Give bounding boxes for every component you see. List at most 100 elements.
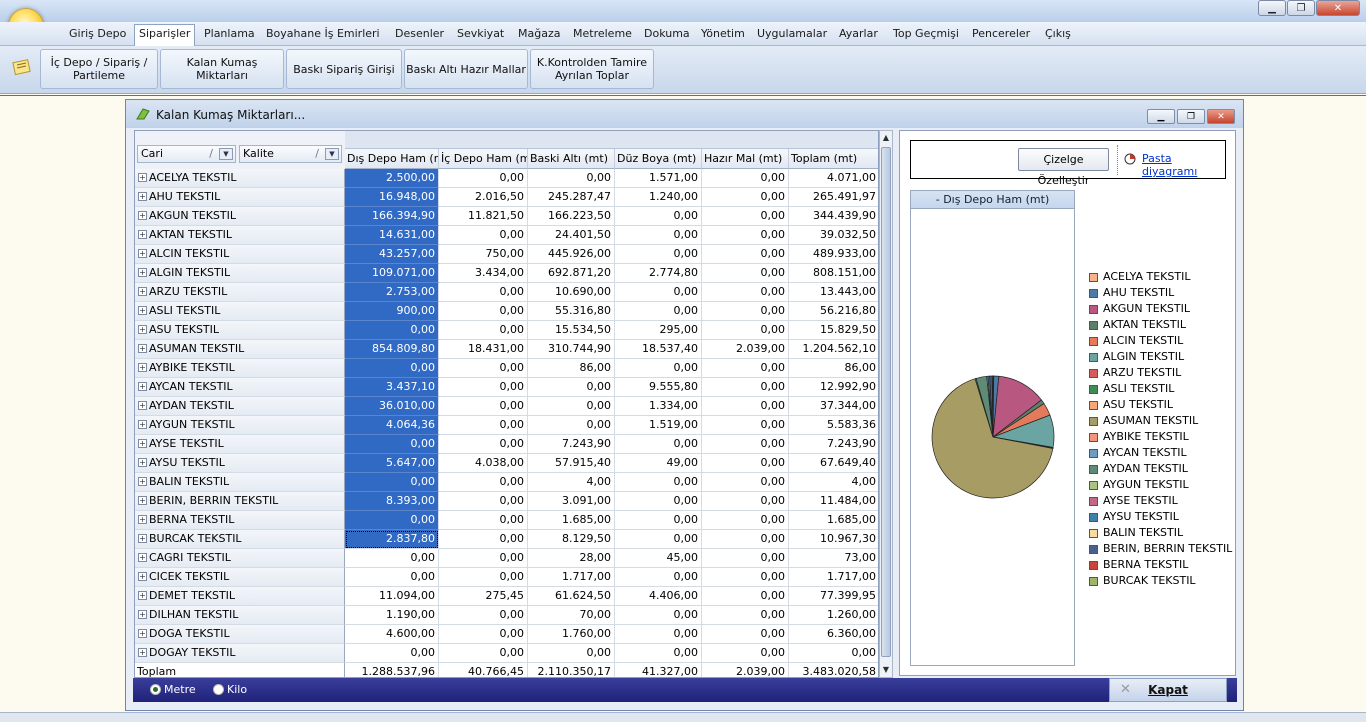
table-cell[interactable]: 3.437,10 bbox=[345, 378, 439, 397]
table-cell[interactable]: 55.316,80 bbox=[528, 302, 615, 321]
table-cell[interactable]: 0,00 bbox=[615, 435, 702, 454]
row-header-cell[interactable]: + ASLI TEKSTIL bbox=[135, 302, 345, 321]
table-row[interactable]: + AHU TEKSTIL 16.948,00 2.016,50 245.287,47 1… bbox=[135, 188, 878, 207]
menu-item-12[interactable]: Top Geçmişi bbox=[889, 25, 963, 43]
table-cell[interactable]: 0,00 bbox=[439, 397, 528, 416]
table-cell[interactable]: 0,00 bbox=[615, 492, 702, 511]
menu-item-7[interactable]: Metreleme bbox=[569, 25, 636, 43]
table-cell[interactable]: 0,00 bbox=[439, 473, 528, 492]
table-cell[interactable]: 0,00 bbox=[345, 644, 439, 663]
table-cell[interactable]: 0,00 bbox=[702, 454, 789, 473]
table-cell[interactable]: 0,00 bbox=[702, 283, 789, 302]
table-cell[interactable]: 11.094,00 bbox=[345, 587, 439, 606]
expand-icon[interactable]: + bbox=[138, 249, 147, 258]
table-cell[interactable]: 0,00 bbox=[439, 435, 528, 454]
expand-icon[interactable]: + bbox=[138, 287, 147, 296]
row-header-cell[interactable]: + AYBIKE TEKSTIL bbox=[135, 359, 345, 378]
row-header-cell[interactable]: + ALGIN TEKSTIL bbox=[135, 264, 345, 283]
expand-icon[interactable]: + bbox=[138, 192, 147, 201]
row-header-cell[interactable]: + AYDAN TEKSTIL bbox=[135, 397, 345, 416]
table-row[interactable]: + ASUMAN TEKSTIL 854.809,80 18.431,00 310.74… bbox=[135, 340, 878, 359]
table-cell[interactable]: 10.690,00 bbox=[528, 283, 615, 302]
table-cell[interactable]: 4.038,00 bbox=[439, 454, 528, 473]
table-cell[interactable]: 1.760,00 bbox=[528, 625, 615, 644]
row-header-cell[interactable]: + CICEK TEKSTIL bbox=[135, 568, 345, 587]
menu-item-3[interactable]: Boyahane İş Emirleri bbox=[262, 25, 384, 43]
table-cell[interactable]: 4.071,00 bbox=[789, 169, 878, 188]
table-cell[interactable]: 7.243,90 bbox=[789, 435, 878, 454]
table-cell[interactable]: 0,00 bbox=[702, 226, 789, 245]
row-header-cell[interactable]: + BERNA TEKSTIL bbox=[135, 511, 345, 530]
table-cell[interactable]: 15.829,50 bbox=[789, 321, 878, 340]
table-cell[interactable]: 0,00 bbox=[702, 473, 789, 492]
row-header-cell[interactable]: + ACELYA TEKSTIL bbox=[135, 169, 345, 188]
row-header-cell[interactable]: + AKTAN TEKSTIL bbox=[135, 226, 345, 245]
table-cell[interactable]: 77.399,95 bbox=[789, 587, 878, 606]
table-row[interactable]: + CICEK TEKSTIL 0,00 0,00 1.717,00 0,00 0,00 1.… bbox=[135, 568, 878, 587]
ribbon-ic-depo-button[interactable]: İç Depo / Sipariş / Partileme bbox=[40, 49, 158, 89]
table-cell[interactable]: 8.393,00 bbox=[345, 492, 439, 511]
table-cell[interactable]: 15.534,50 bbox=[528, 321, 615, 340]
table-cell[interactable]: 1.260,00 bbox=[789, 606, 878, 625]
menu-item-14[interactable]: Çıkış bbox=[1041, 25, 1075, 43]
table-cell[interactable]: 2.774,80 bbox=[615, 264, 702, 283]
table-cell[interactable]: 0,00 bbox=[528, 644, 615, 663]
table-cell[interactable]: 0,00 bbox=[439, 302, 528, 321]
row-header-cell[interactable]: + AYSE TEKSTIL bbox=[135, 435, 345, 454]
row-header-cell[interactable]: + DEMET TEKSTIL bbox=[135, 587, 345, 606]
table-row[interactable]: + AYSU TEKSTIL 5.647,00 4.038,00 57.915,40 49… bbox=[135, 454, 878, 473]
table-cell[interactable]: 6.360,00 bbox=[789, 625, 878, 644]
table-cell[interactable]: 1.571,00 bbox=[615, 169, 702, 188]
row-header-cell[interactable]: + ALCIN TEKSTIL bbox=[135, 245, 345, 264]
table-cell[interactable]: 0,00 bbox=[439, 359, 528, 378]
expand-icon[interactable]: + bbox=[138, 420, 147, 429]
table-row[interactable]: + BURCAK TEKSTIL 2.837,80 0,00 8.129,50 0,00 0… bbox=[135, 530, 878, 549]
row-header-cell[interactable]: + AYSU TEKSTIL bbox=[135, 454, 345, 473]
table-row[interactable]: + DILHAN TEKSTIL 1.190,00 0,00 70,00 0,00 0,00… bbox=[135, 606, 878, 625]
table-cell[interactable]: 166.394,90 bbox=[345, 207, 439, 226]
column-header-0[interactable]: Dış Depo Ham (mt) bbox=[345, 149, 439, 169]
expand-icon[interactable]: + bbox=[138, 268, 147, 277]
table-row[interactable]: + ALGIN TEKSTIL 109.071,00 3.434,00 692.871,… bbox=[135, 264, 878, 283]
table-cell[interactable]: 344.439,90 bbox=[789, 207, 878, 226]
table-cell[interactable]: 245.287,47 bbox=[528, 188, 615, 207]
table-row[interactable]: + AYDAN TEKSTIL 36.010,00 0,00 0,00 1.334,00 0… bbox=[135, 397, 878, 416]
table-cell[interactable]: 0,00 bbox=[615, 606, 702, 625]
expand-icon[interactable]: + bbox=[138, 553, 147, 562]
table-cell[interactable]: 0,00 bbox=[439, 644, 528, 663]
expand-icon[interactable]: + bbox=[138, 610, 147, 619]
table-cell[interactable]: 0,00 bbox=[702, 549, 789, 568]
table-cell[interactable]: 56.216,80 bbox=[789, 302, 878, 321]
close-icon[interactable]: ✕ bbox=[1316, 0, 1360, 16]
table-row[interactable]: + DEMET TEKSTIL 11.094,00 275,45 61.624,50 4.… bbox=[135, 587, 878, 606]
window-close-icon[interactable]: ✕ bbox=[1207, 109, 1235, 124]
table-cell[interactable]: 0,00 bbox=[615, 283, 702, 302]
table-cell[interactable]: 12.992,90 bbox=[789, 378, 878, 397]
table-cell[interactable]: 0,00 bbox=[702, 587, 789, 606]
menu-item-5[interactable]: Sevkiyat bbox=[453, 25, 508, 43]
expand-icon[interactable]: + bbox=[138, 439, 147, 448]
table-cell[interactable]: 0,00 bbox=[702, 245, 789, 264]
table-cell[interactable]: 0,00 bbox=[702, 169, 789, 188]
expand-icon[interactable]: + bbox=[138, 363, 147, 372]
expand-icon[interactable]: + bbox=[138, 325, 147, 334]
table-row[interactable]: + BALIN TEKSTIL 0,00 0,00 4,00 0,00 0,00 4,00 bbox=[135, 473, 878, 492]
table-cell[interactable]: 5.647,00 bbox=[345, 454, 439, 473]
kalite-filter-dropdown-icon[interactable]: ▼ bbox=[325, 148, 339, 160]
table-cell[interactable]: 0,00 bbox=[345, 511, 439, 530]
table-cell[interactable]: 0,00 bbox=[702, 207, 789, 226]
table-cell[interactable]: 0,00 bbox=[439, 511, 528, 530]
table-cell[interactable]: 0,00 bbox=[702, 188, 789, 207]
table-cell[interactable]: 3.434,00 bbox=[439, 264, 528, 283]
expand-icon[interactable]: + bbox=[138, 173, 147, 182]
table-cell[interactable]: 0,00 bbox=[615, 245, 702, 264]
expand-icon[interactable]: + bbox=[138, 534, 147, 543]
table-cell[interactable]: 445.926,00 bbox=[528, 245, 615, 264]
table-cell[interactable]: 39.032,50 bbox=[789, 226, 878, 245]
table-cell[interactable]: 692.871,20 bbox=[528, 264, 615, 283]
expand-icon[interactable]: + bbox=[138, 382, 147, 391]
metre-radio[interactable] bbox=[150, 684, 161, 695]
cari-filter-dropdown-icon[interactable]: ▼ bbox=[219, 148, 233, 160]
table-cell[interactable]: 2.039,00 bbox=[702, 340, 789, 359]
column-header-2[interactable]: Baski Altı (mt) bbox=[528, 149, 615, 169]
